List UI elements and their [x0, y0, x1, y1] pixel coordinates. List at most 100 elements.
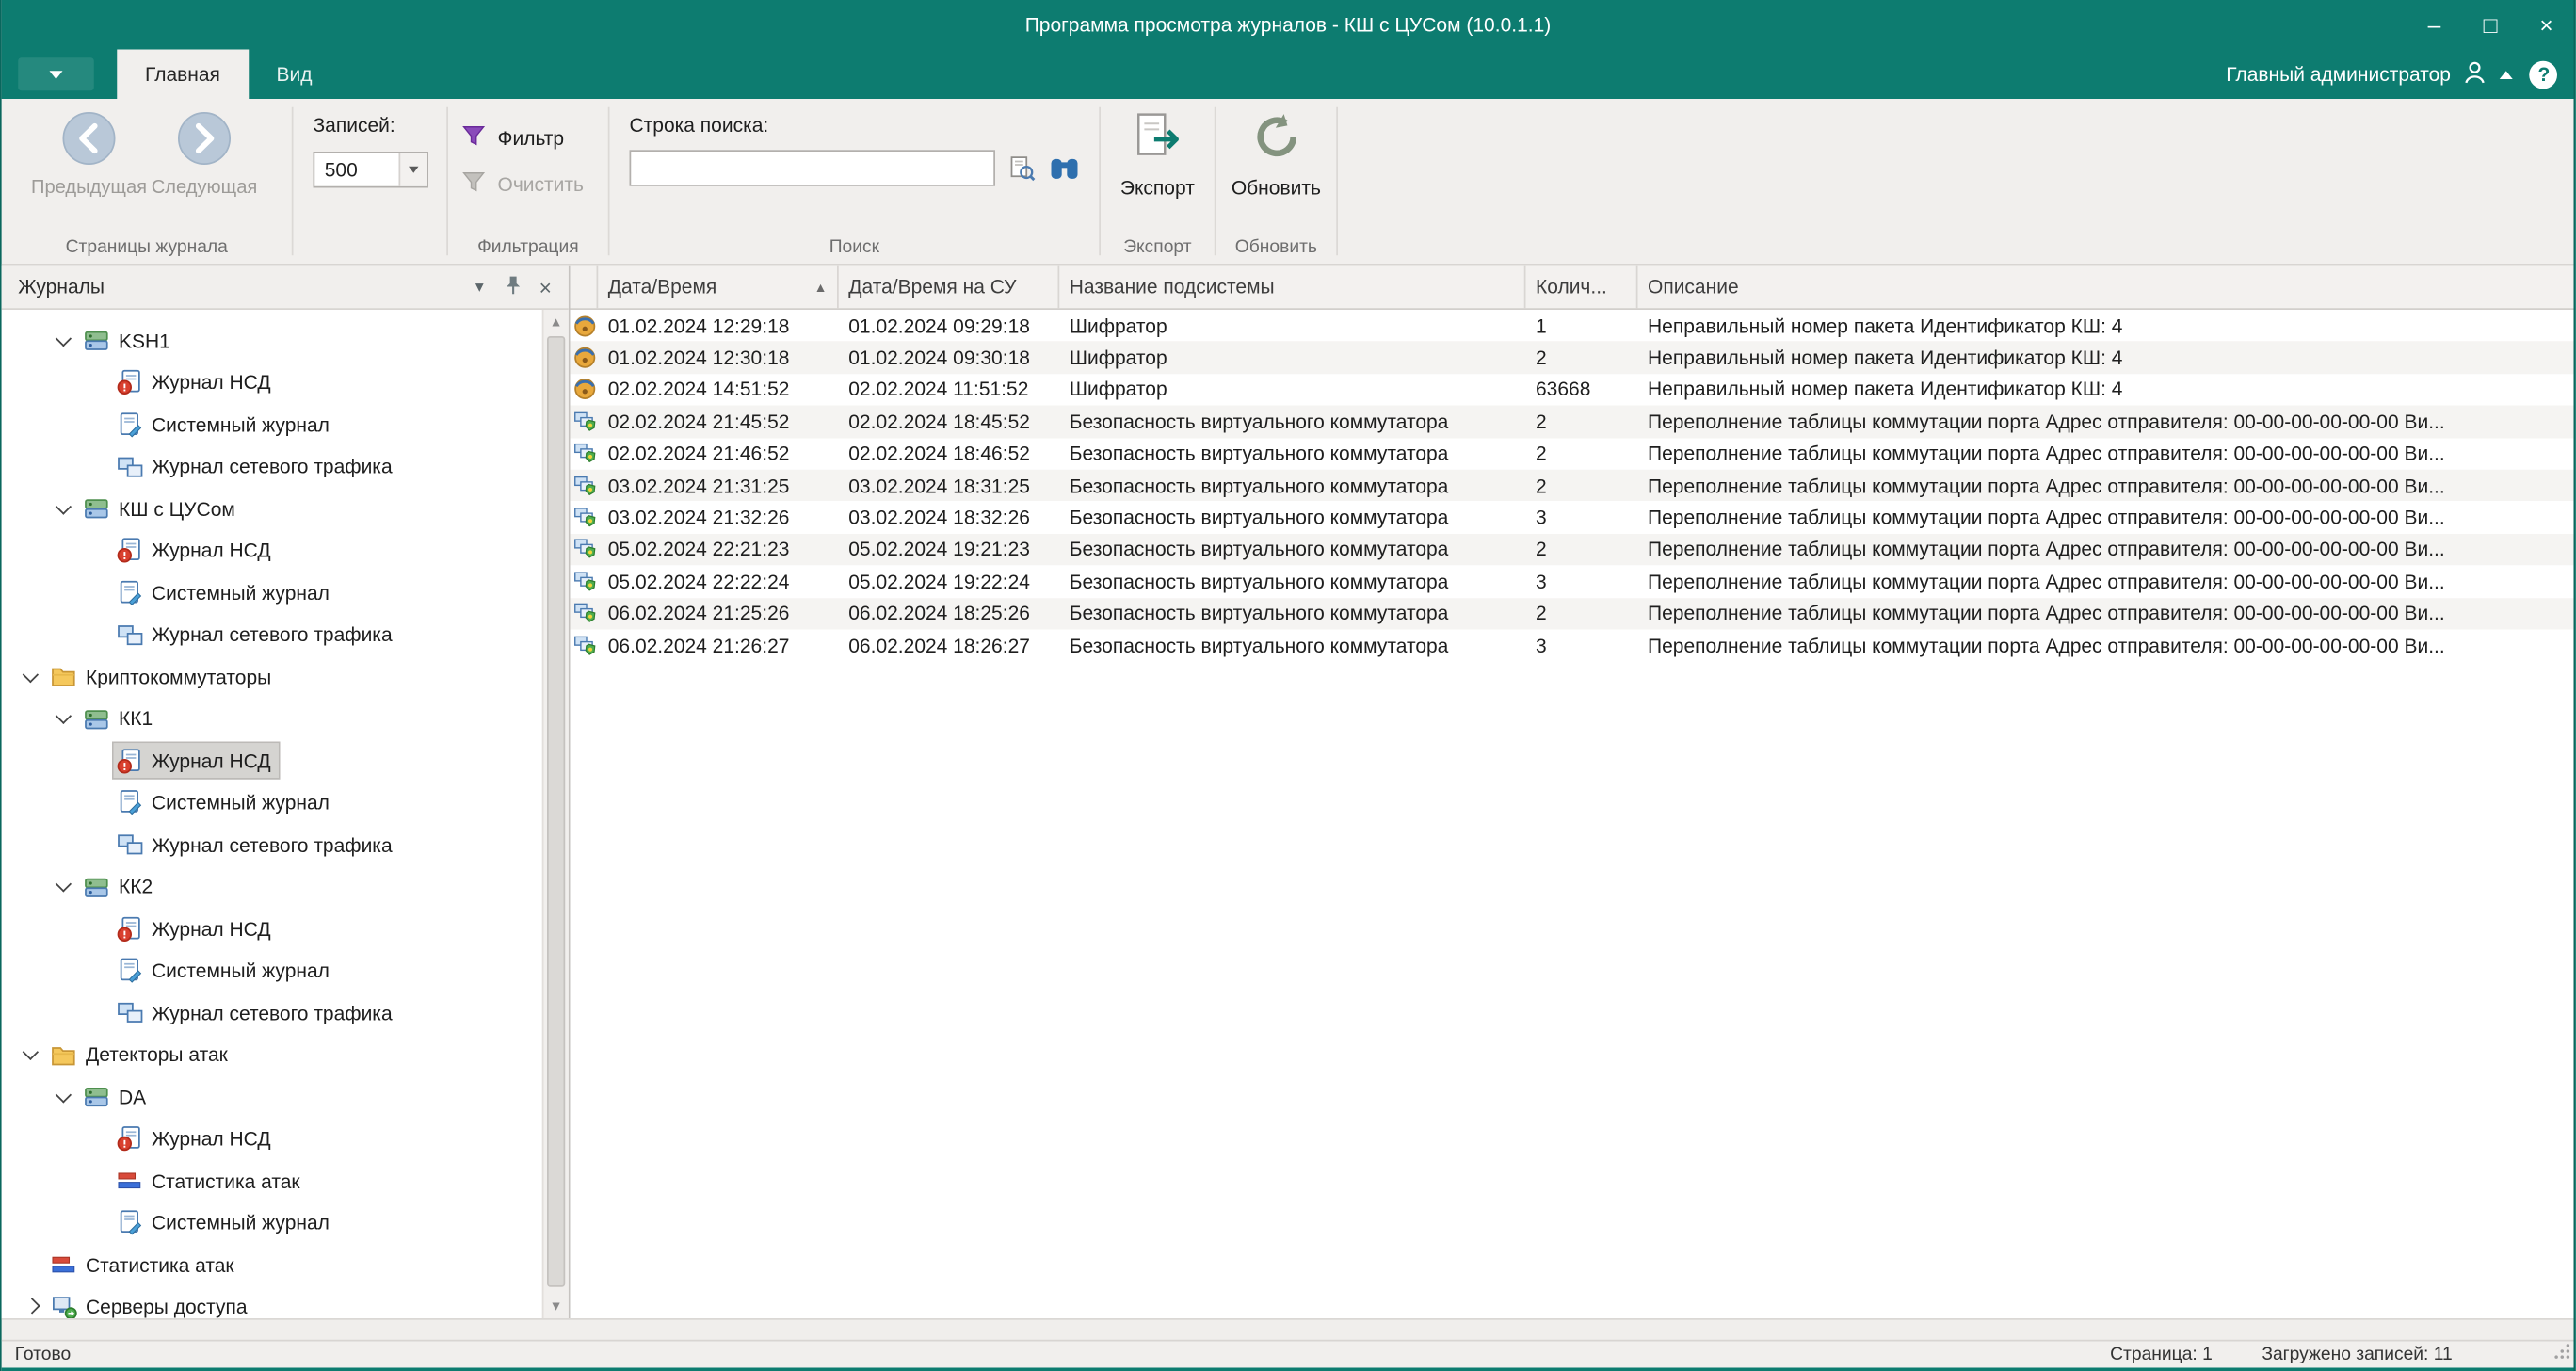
- table-row[interactable]: 01.02.2024 12:30:1801.02.2024 09:30:18Ши…: [571, 342, 2575, 374]
- table-row[interactable]: 03.02.2024 21:32:2603.02.2024 18:32:26Бе…: [571, 502, 2575, 534]
- scrollbar-thumb[interactable]: [547, 336, 565, 1287]
- table-row[interactable]: 02.02.2024 21:46:5202.02.2024 18:46:52Бе…: [571, 438, 2575, 470]
- tree-item-content[interactable]: КШ с ЦУСом: [81, 492, 244, 526]
- column-header-subsystem[interactable]: Название подсистемы: [1059, 266, 1525, 309]
- table-row[interactable]: 05.02.2024 22:22:2405.02.2024 19:22:24Бе…: [571, 565, 2575, 597]
- tree-item[interactable]: Журнал сетевого трафика: [2, 614, 542, 656]
- tree-item-content[interactable]: Серверы доступа: [48, 1290, 256, 1318]
- tree-item-content[interactable]: Статистика атак: [48, 1248, 243, 1282]
- tree-item[interactable]: Статистика атак: [2, 1160, 542, 1202]
- tree-item-content[interactable]: Журнал НСД: [114, 365, 280, 400]
- user-menu[interactable]: Главный администратор: [2226, 58, 2520, 89]
- tree-scrollbar[interactable]: ▲ ▼: [542, 310, 569, 1318]
- tree-item-content[interactable]: Статистика атак: [114, 1164, 309, 1199]
- tree-item[interactable]: Серверы доступа: [2, 1286, 542, 1318]
- tree-item[interactable]: Журнал НСД: [2, 740, 542, 782]
- maximize-button[interactable]: □: [2462, 0, 2519, 50]
- column-header-count[interactable]: Колич...: [1526, 266, 1638, 309]
- tree-item[interactable]: DA: [2, 1076, 542, 1119]
- tree-item[interactable]: Журнал сетевого трафика: [2, 992, 542, 1035]
- tab-home[interactable]: Главная: [117, 50, 248, 100]
- filter-button[interactable]: Фильтр: [461, 121, 608, 155]
- tree-item[interactable]: Детекторы атак: [2, 1034, 542, 1076]
- tree-item-content[interactable]: Журнал НСД: [114, 911, 280, 946]
- chevron-expanded-icon[interactable]: [51, 705, 81, 732]
- panel-menu-button[interactable]: ▾: [463, 270, 496, 303]
- tree-item-content[interactable]: Системный журнал: [114, 575, 338, 610]
- tree-item[interactable]: Системный журнал: [2, 572, 542, 614]
- table-row[interactable]: 06.02.2024 21:26:2706.02.2024 18:26:27Бе…: [571, 629, 2575, 661]
- chevron-collapsed-icon[interactable]: [18, 1294, 48, 1318]
- tree-item-content[interactable]: Журнал НСД: [114, 1121, 280, 1156]
- tree-item[interactable]: Журнал сетевого трафика: [2, 445, 542, 488]
- chevron-expanded-icon[interactable]: [51, 328, 81, 354]
- tree-item-content[interactable]: Системный журнал: [114, 785, 338, 820]
- column-header-icon[interactable]: [571, 266, 599, 309]
- tree-item-content[interactable]: КК1: [81, 702, 161, 736]
- table-row[interactable]: 02.02.2024 14:51:5202.02.2024 11:51:52Ши…: [571, 374, 2575, 406]
- tree-item[interactable]: Журнал НСД: [2, 362, 542, 404]
- tree-item[interactable]: Системный журнал: [2, 782, 542, 824]
- scrollbar-track[interactable]: [544, 334, 569, 1294]
- chevron-expanded-icon[interactable]: [51, 874, 81, 900]
- tree-item-content[interactable]: Журнал сетевого трафика: [114, 995, 401, 1030]
- tree-item[interactable]: Статистика атак: [2, 1244, 542, 1286]
- tree-item-content[interactable]: DA: [81, 1080, 154, 1115]
- column-header-time[interactable]: Дата/Время▲: [598, 266, 839, 309]
- tree-item-content[interactable]: Журнал сетевого трафика: [114, 828, 401, 863]
- column-header-description[interactable]: Описание: [1638, 266, 2575, 309]
- find-binoculars-button[interactable]: [1048, 152, 1081, 185]
- records-dropdown-button[interactable]: [399, 153, 427, 186]
- tree-item[interactable]: Системный журнал: [2, 404, 542, 446]
- table-row[interactable]: 05.02.2024 22:21:2305.02.2024 19:21:23Бе…: [571, 534, 2575, 566]
- tree-item-content[interactable]: Журнал сетевого трафика: [114, 449, 401, 484]
- tree-item-content[interactable]: Системный журнал: [114, 954, 338, 989]
- tree-item[interactable]: Криптокоммутаторы: [2, 656, 542, 699]
- chevron-expanded-icon[interactable]: [51, 1084, 81, 1110]
- tree-item-content[interactable]: Детекторы атак: [48, 1038, 236, 1073]
- chevron-expanded-icon[interactable]: [18, 664, 48, 690]
- table-row[interactable]: 01.02.2024 12:29:1801.02.2024 09:29:18Ши…: [571, 310, 2575, 342]
- tree-item[interactable]: KSH1: [2, 320, 542, 363]
- clear-filter-button[interactable]: Очистить: [461, 167, 608, 202]
- tree-item[interactable]: Системный журнал: [2, 1202, 542, 1245]
- tree-item[interactable]: Журнал сетевого трафика: [2, 824, 542, 866]
- app-menu-button[interactable]: [18, 57, 94, 90]
- refresh-button[interactable]: Обновить: [1232, 110, 1321, 233]
- tree-item[interactable]: Журнал НСД: [2, 908, 542, 950]
- scroll-down-button[interactable]: ▼: [544, 1294, 569, 1318]
- tree-item-content[interactable]: Журнал сетевого трафика: [114, 618, 401, 653]
- scroll-up-button[interactable]: ▲: [544, 310, 569, 334]
- minimize-button[interactable]: –: [2407, 0, 2463, 50]
- chevron-expanded-icon[interactable]: [18, 1041, 48, 1068]
- tree-item[interactable]: Системный журнал: [2, 950, 542, 992]
- pin-button[interactable]: [496, 270, 529, 303]
- column-header-time-su[interactable]: Дата/Время на СУ: [839, 266, 1060, 309]
- tree-item-content[interactable]: КК2: [81, 870, 161, 905]
- tree-item[interactable]: Журнал НСД: [2, 1118, 542, 1160]
- close-button[interactable]: ×: [2519, 0, 2575, 50]
- resize-grip[interactable]: [2554, 1343, 2571, 1364]
- search-preview-button[interactable]: [1006, 152, 1038, 185]
- tree-item-selected[interactable]: Журнал НСД: [114, 744, 280, 779]
- previous-page-button[interactable]: Предыдущая: [37, 110, 142, 233]
- tree-item[interactable]: КК1: [2, 698, 542, 740]
- tree-item-content[interactable]: KSH1: [81, 323, 179, 358]
- tree-item[interactable]: КК2: [2, 866, 542, 909]
- tree-item[interactable]: КШ с ЦУСом: [2, 488, 542, 530]
- panel-close-button[interactable]: ×: [529, 270, 562, 303]
- search-input[interactable]: [630, 150, 996, 186]
- export-button[interactable]: Экспорт: [1120, 110, 1195, 233]
- records-combobox[interactable]: 500: [314, 152, 429, 188]
- tab-view[interactable]: Вид: [249, 50, 341, 100]
- tree-item-content[interactable]: Криптокоммутаторы: [48, 659, 280, 694]
- tree-item[interactable]: Журнал НСД: [2, 530, 542, 573]
- tree-item-content[interactable]: Системный журнал: [114, 1206, 338, 1241]
- help-button[interactable]: ?: [2530, 60, 2558, 89]
- next-page-button[interactable]: Следующая: [152, 110, 257, 233]
- chevron-expanded-icon[interactable]: [51, 495, 81, 522]
- table-row[interactable]: 06.02.2024 21:25:2606.02.2024 18:25:26Бе…: [571, 597, 2575, 629]
- table-row[interactable]: 02.02.2024 21:45:5202.02.2024 18:45:52Бе…: [571, 406, 2575, 438]
- tree-item-content[interactable]: Системный журнал: [114, 408, 338, 443]
- table-row[interactable]: 03.02.2024 21:31:2503.02.2024 18:31:25Бе…: [571, 470, 2575, 502]
